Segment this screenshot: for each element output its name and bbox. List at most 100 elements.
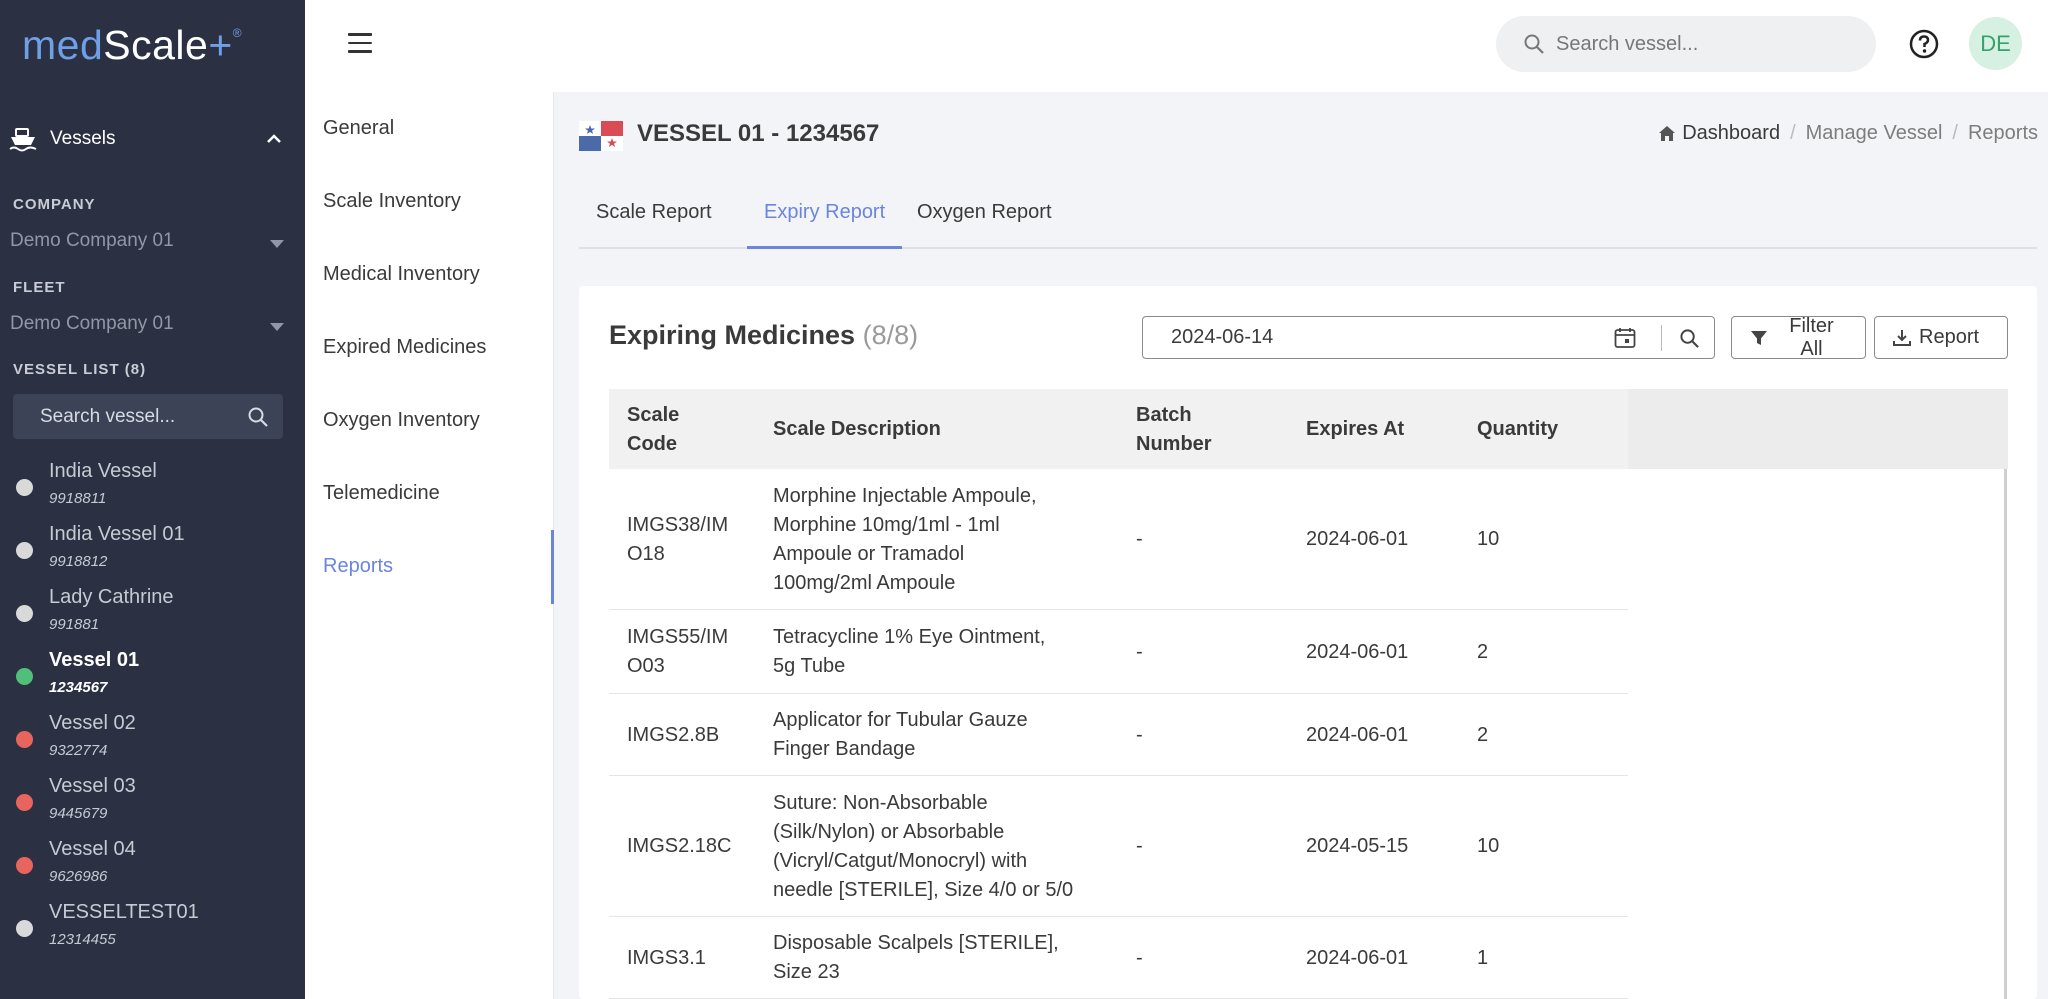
company-select[interactable]: Demo Company 01 [10, 230, 290, 260]
vessel-id: 9918812 [49, 553, 108, 570]
table-row[interactable]: IMGS2.8B Applicator for Tubular Gauze Fin… [609, 694, 1628, 776]
vessel-list-item[interactable]: Lady Cathrine 991881 [0, 583, 305, 646]
logo-plus: + [208, 22, 233, 68]
vessel-sidebar: medScale+® Vessels COMPANY Demo Company … [0, 0, 305, 999]
status-dot [16, 731, 33, 748]
date-input[interactable] [1171, 317, 1571, 358]
download-icon [1893, 329, 1911, 346]
cell-batch-number: - [1136, 835, 1143, 857]
ship-icon [9, 128, 37, 152]
user-avatar[interactable]: DE [1969, 17, 2022, 70]
vessel-name: Vessel 01 [49, 649, 140, 671]
table-row[interactable]: IMGS38/IM O18 Morphine Injectable Ampoule… [609, 469, 1628, 610]
vessel-list-item[interactable]: VESSELTEST01 12314455 [0, 898, 305, 961]
logo-registered-mark: ® [232, 26, 243, 40]
vessel-title: VESSEL 01 - 1234567 [637, 120, 880, 147]
help-icon[interactable] [1908, 28, 1940, 60]
submenu-item-general[interactable]: General [323, 117, 394, 140]
submenu-item-scale-inventory[interactable]: Scale Inventory [323, 190, 461, 213]
submenu-item-reports[interactable]: Reports [323, 555, 393, 578]
cell-quantity: 10 [1477, 528, 1500, 550]
company-label: COMPANY [13, 196, 96, 213]
expiry-table: Scale Code Scale Description Batch Number E… [609, 389, 2008, 999]
search-icon[interactable] [1679, 328, 1700, 349]
vessel-list-item[interactable]: Vessel 04 9626986 [0, 835, 305, 898]
table-row[interactable]: IMGS55/IM O03 Tetracycline 1% Eye Ointmen… [609, 610, 1628, 694]
vessel-list-item[interactable]: India Vessel 9918811 [0, 457, 305, 520]
app-logo[interactable]: medScale+® [22, 22, 242, 69]
vessel-submenu: General Scale Inventory Medical Inventory E… [305, 92, 554, 999]
vessels-section-toggle[interactable]: Vessels [0, 120, 305, 160]
header-search-input[interactable] [1556, 16, 1856, 72]
date-filter [1142, 316, 1715, 359]
status-dot [16, 605, 33, 622]
caret-down-icon [270, 240, 284, 248]
top-header: DE [305, 0, 2048, 92]
status-dot [16, 857, 33, 874]
hamburger-menu-icon[interactable] [348, 33, 372, 55]
report-label: Report [1919, 326, 1980, 348]
header-scale-description[interactable]: Scale Description [773, 415, 1123, 444]
card-count: (8/8) [862, 320, 919, 350]
submenu-item-expired-medicines[interactable]: Expired Medicines [323, 336, 486, 359]
cell-scale-description: Suture: Non-Absorbable (Silk/Nylon) or A… [773, 792, 1074, 901]
table-body: IMGS38/IM O18 Morphine Injectable Ampoule… [609, 469, 2008, 999]
company-select-value: Demo Company 01 [10, 230, 174, 251]
cell-quantity: 2 [1477, 724, 1489, 746]
header-batch-number[interactable]: Batch Number [1136, 401, 1296, 459]
sidebar-search-input[interactable] [13, 394, 243, 439]
vessel-name: India Vessel [49, 460, 157, 482]
vessel-list-item[interactable]: Vessel 02 9322774 [0, 709, 305, 772]
vessel-id: 9626986 [49, 868, 108, 885]
vessel-name: Lady Cathrine [49, 586, 174, 608]
header-expires-at[interactable]: Expires At [1306, 415, 1466, 444]
search-icon[interactable] [247, 406, 269, 428]
cell-expires-at: 2024-06-01 [1306, 528, 1409, 550]
vessel-id: 991881 [49, 616, 100, 633]
tab-oxygen-report[interactable]: Oxygen Report [900, 192, 1069, 249]
card-title: Expiring Medicines (8/8) [609, 320, 918, 351]
breadcrumb-dashboard[interactable]: Dashboard [1658, 122, 1780, 145]
cell-scale-description: Morphine Injectable Ampoule, Morphine 10… [773, 485, 1037, 594]
header-search [1496, 16, 1876, 72]
fleet-select[interactable]: Demo Company 01 [10, 313, 290, 343]
cell-quantity: 2 [1477, 641, 1489, 663]
status-dot [16, 794, 33, 811]
table-scrollbar[interactable] [2004, 469, 2007, 999]
breadcrumb-manage-vessel[interactable]: Manage Vessel [1806, 122, 1943, 145]
vessel-id: 1234567 [49, 679, 108, 696]
table-row[interactable]: IMGS2.18C Suture: Non-Absorbable (Silk/Ny… [609, 776, 1628, 917]
cell-batch-number: - [1136, 947, 1143, 969]
vessel-id: 9445679 [49, 805, 108, 822]
breadcrumb-reports: Reports [1967, 122, 2038, 144]
logo-med: med [22, 22, 104, 68]
cell-scale-code: IMGS55/IM O03 [627, 626, 729, 677]
vessel-list-item[interactable]: Vessel 01 1234567 [0, 646, 305, 709]
cell-expires-at: 2024-06-01 [1306, 724, 1409, 746]
cell-expires-at: 2024-06-01 [1306, 641, 1409, 663]
header-quantity[interactable]: Quantity [1477, 415, 1617, 444]
vessel-list-item[interactable]: India Vessel 01 9918812 [0, 520, 305, 583]
vessel-name: Vessel 04 [49, 838, 136, 860]
status-dot [16, 542, 33, 559]
breadcrumb-separator: / [1952, 122, 1958, 144]
header-scale-code[interactable]: Scale Code [627, 401, 767, 459]
report-download-button[interactable]: Report [1874, 316, 2008, 359]
calendar-icon[interactable] [1613, 326, 1637, 350]
tab-scale-report[interactable]: Scale Report [579, 192, 729, 249]
tab-expiry-report[interactable]: Expiry Report [747, 192, 903, 249]
filter-icon [1750, 330, 1767, 345]
caret-down-icon [270, 323, 284, 331]
submenu-item-telemedicine[interactable]: Telemedicine [323, 482, 440, 505]
table-row[interactable]: IMGS3.1 Disposable Scalpels [STERILE], Si… [609, 917, 1628, 999]
report-tabs: Scale Report Expiry Report Oxygen Report [579, 192, 2037, 249]
cell-batch-number: - [1136, 641, 1143, 663]
submenu-item-medical-inventory[interactable]: Medical Inventory [323, 263, 480, 286]
vessel-list-item[interactable]: Vessel 03 9445679 [0, 772, 305, 835]
fleet-label: FLEET [13, 279, 66, 296]
submenu-item-oxygen-inventory[interactable]: Oxygen Inventory [323, 409, 480, 432]
vessel-list-label: VESSEL LIST (8) [13, 361, 147, 378]
filter-all-button[interactable]: Filter All [1731, 315, 1866, 360]
vessel-name: VESSELTEST01 [49, 901, 199, 923]
vessel-list: India Vessel 9918811 India Vessel 01 991881… [0, 457, 305, 961]
